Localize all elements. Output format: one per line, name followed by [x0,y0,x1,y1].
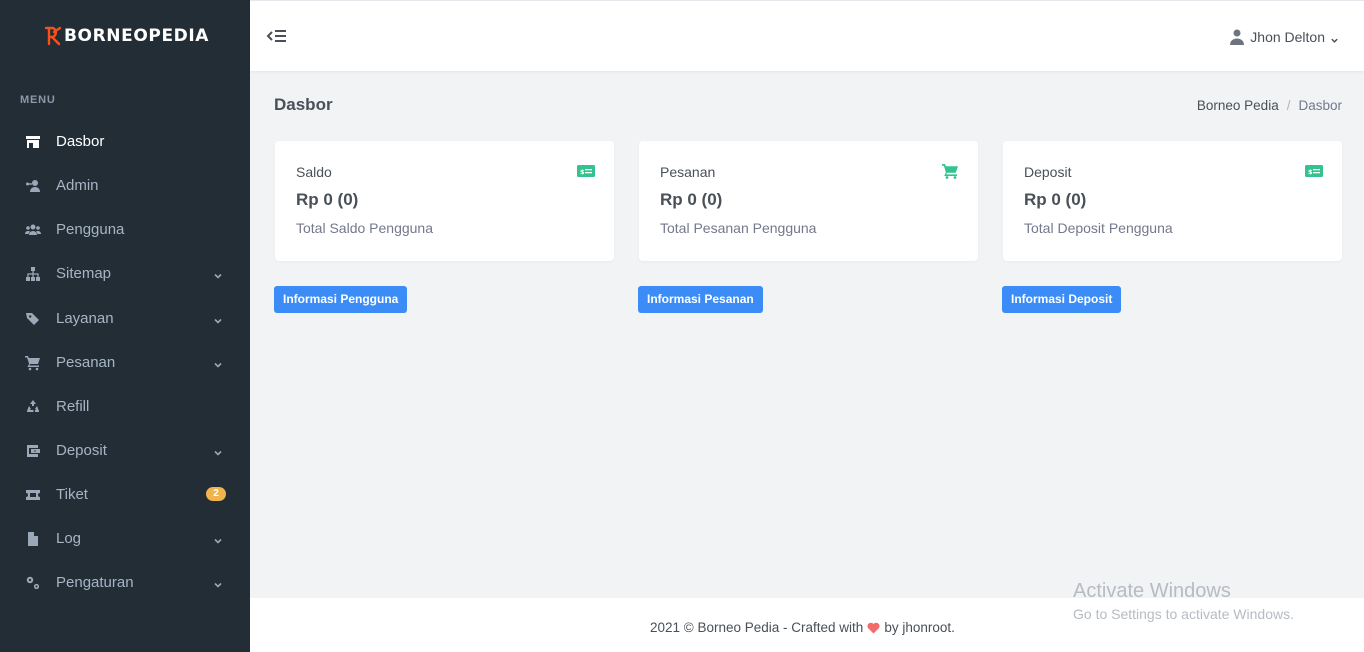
chevron-down-icon [213,445,223,456]
sitemap-icon [24,266,41,282]
chevron-down-icon [1330,32,1340,43]
sidebar-item-label: Deposit [56,442,107,459]
topbar: Jhon Delton [250,0,1364,71]
sidebar-item-label: Refill [56,398,90,415]
informasi-pesanan-button[interactable]: Informasi Pesanan [638,286,763,313]
card-description: Total Saldo Pengguna [296,220,433,236]
watermark-subtitle: Go to Settings to activate Windows. [1073,606,1294,622]
breadcrumb-current: Dasbor [1298,98,1342,113]
sidebar: BORNEOPEDIA MENU Dasbor Admin Pengguna S… [0,0,250,652]
sidebar-item-log[interactable]: Log [0,519,250,559]
card-value: Rp 0 (0) [1024,190,1087,209]
saldo-card: Saldo Rp 0 (0) Total Saldo Pengguna $ [275,141,614,261]
card-description: Total Pesanan Pengguna [660,220,817,236]
chevron-down-icon [213,577,223,588]
sidebar-item-label: Log [56,530,82,547]
sidebar-item-label: Layanan [56,310,114,327]
informasi-pengguna-button[interactable]: Informasi Pengguna [274,286,408,313]
watermark-title: Activate Windows [1073,580,1231,602]
user-menu[interactable]: Jhon Delton [1230,28,1340,46]
sidebar-toggle-button[interactable] [266,26,288,46]
borneopedia-logo-icon [44,26,62,46]
user-icon [1230,29,1245,45]
sidebar-item-label: Pengaturan [56,574,134,591]
card-description: Total Deposit Pengguna [1024,220,1173,236]
deposit-card: Deposit Rp 0 (0) Total Deposit Pengguna … [1003,141,1342,261]
file-icon [24,531,41,547]
footer-author: by jhonroot. [884,620,955,635]
heart-icon [867,622,880,634]
menu-collapse-icon [266,30,286,42]
page-title: Dasbor [274,95,333,114]
sidebar-item-pengaturan[interactable]: Pengaturan [0,563,250,603]
sidebar-item-label: Pengguna [56,221,125,238]
svg-text:$: $ [1308,168,1313,176]
breadcrumb: Borneo Pedia / Dasbor [1197,98,1342,113]
sidebar-item-deposit[interactable]: Deposit [0,431,250,471]
sidebar-item-layanan[interactable]: Layanan [0,299,250,339]
sidebar-item-sitemap[interactable]: Sitemap [0,254,250,294]
sidebar-item-admin[interactable]: Admin [0,166,250,206]
cart-icon [24,355,41,371]
svg-text:$: $ [580,168,585,176]
sidebar-item-dasbor[interactable]: Dasbor [0,122,250,162]
footer-credit: 2021 © Borneo Pedia - Crafted with [650,620,864,635]
breadcrumb-separator: / [1286,98,1291,113]
wallet-icon [24,443,41,459]
chevron-down-icon [213,533,223,544]
sidebar-item-tiket[interactable]: Tiket 2 [0,475,250,515]
ticket-count-badge: 2 [206,487,226,501]
recycle-icon [24,399,41,415]
card-value: Rp 0 (0) [296,190,359,209]
sidebar-item-label: Admin [56,177,99,194]
sidebar-item-pengguna[interactable]: Pengguna [0,210,250,250]
ticket-icon [24,487,41,503]
brand-name: BORNEOPEDIA [64,26,210,46]
chevron-down-icon [213,313,223,324]
menu-title: MENU [20,94,56,106]
informasi-deposit-button[interactable]: Informasi Deposit [1002,286,1122,313]
chevron-down-icon [213,268,223,279]
card-value: Rp 0 (0) [660,190,723,209]
user-name: Jhon Delton [1250,29,1325,45]
storefront-icon [24,134,41,150]
brand-logo[interactable]: BORNEOPEDIA [44,24,209,48]
cogs-icon [24,575,41,591]
tags-icon [24,311,41,327]
cart-icon [941,163,959,179]
card-label: Pesanan [660,164,716,180]
breadcrumb-link-home[interactable]: Borneo Pedia [1197,98,1279,113]
money-icon: $ [577,163,595,179]
card-label: Saldo [296,164,332,180]
footer-text: 2021 © Borneo Pedia - Crafted with by jh… [650,620,955,635]
sidebar-item-refill[interactable]: Refill [0,387,250,427]
card-label: Deposit [1024,164,1072,180]
sidebar-item-label: Tiket [56,486,88,503]
sidebar-item-label: Dasbor [56,133,105,150]
sidebar-item-pesanan[interactable]: Pesanan [0,343,250,383]
pesanan-card: Pesanan Rp 0 (0) Total Pesanan Pengguna [639,141,978,261]
user-key-icon [24,178,41,194]
money-icon: $ [1305,163,1323,179]
users-icon [24,222,41,238]
sidebar-item-label: Pesanan [56,354,116,371]
sidebar-item-label: Sitemap [56,265,112,282]
windows-activation-watermark: Activate Windows Go to Settings to activ… [1073,580,1294,622]
chevron-down-icon [213,357,223,368]
